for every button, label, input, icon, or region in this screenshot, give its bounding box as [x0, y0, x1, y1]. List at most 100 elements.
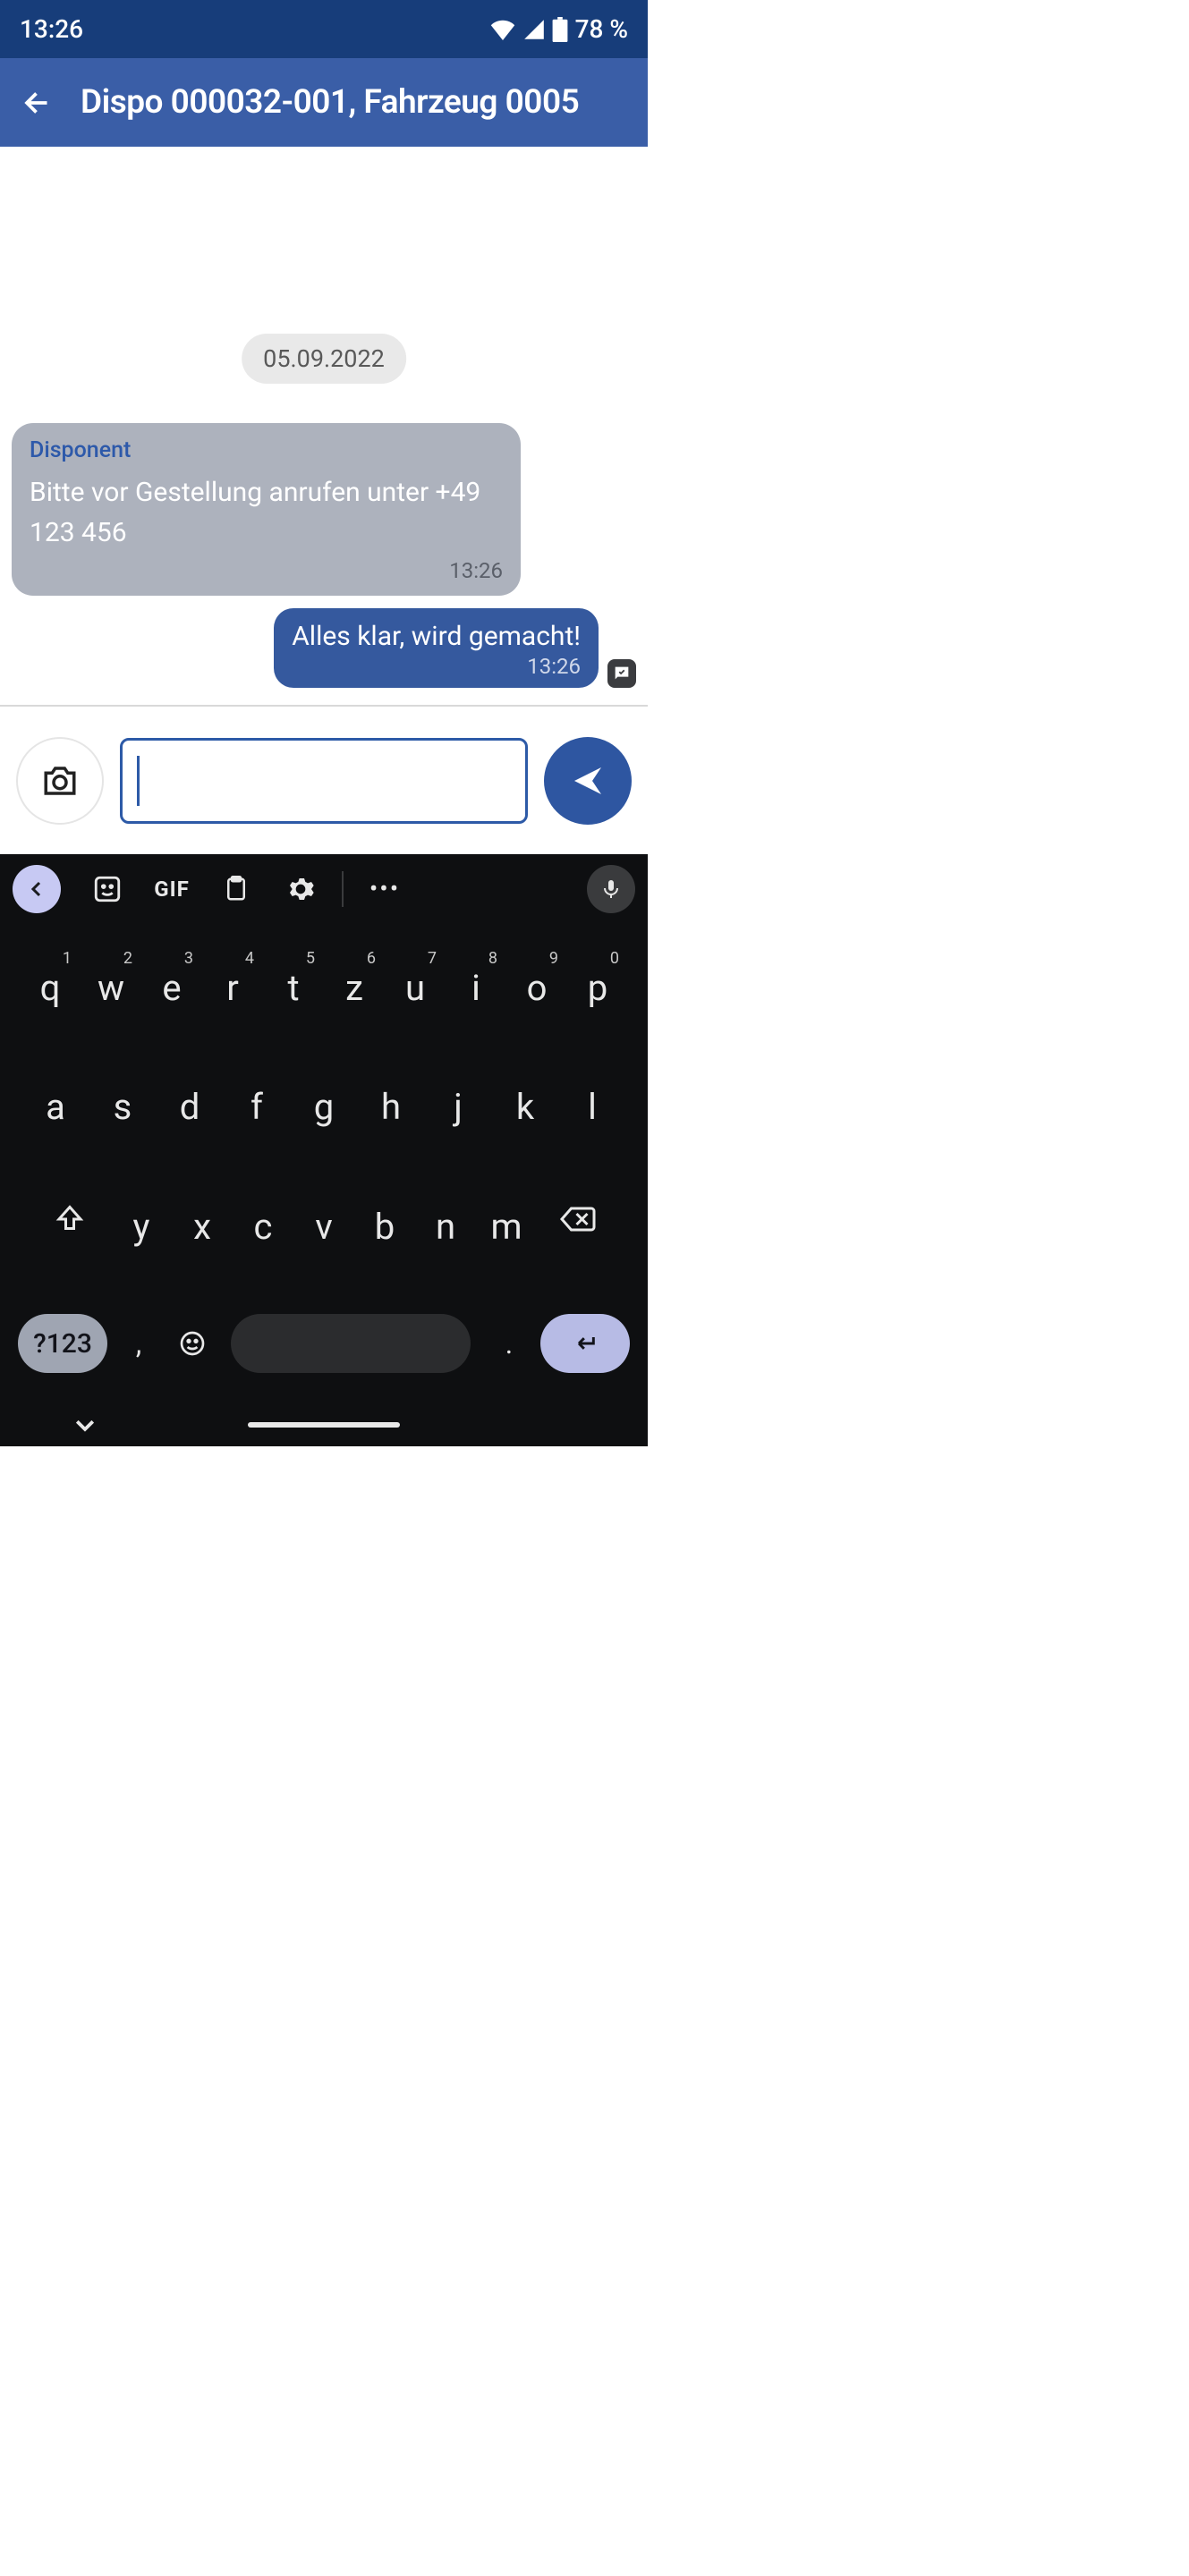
key-superscript: 2 [123, 949, 132, 968]
toolbar-collapse-button[interactable] [13, 865, 61, 913]
enter-key[interactable] [540, 1314, 630, 1373]
key-p[interactable]: p0 [567, 945, 628, 1031]
send-icon [570, 763, 606, 799]
soft-keyboard: GIF ••• q1w2e3r4t5z6u7i8o9p0 asdfghjkl y… [0, 854, 648, 1403]
status-right: 78 % [489, 14, 628, 44]
composer-bar [0, 705, 648, 854]
arrow-left-icon [21, 87, 54, 119]
page-title: Dispo 000032-001, Fahrzeug 0005 [81, 83, 579, 122]
key-row-2: asdfghjkl [5, 1064, 642, 1150]
emoji-icon [178, 1329, 207, 1358]
key-c[interactable]: c [233, 1183, 293, 1269]
chevron-left-icon [26, 878, 47, 900]
key-superscript: 7 [428, 949, 437, 968]
key-j[interactable]: j [425, 1064, 492, 1150]
key-superscript: 0 [610, 949, 619, 968]
backspace-icon [558, 1203, 598, 1235]
key-superscript: 9 [549, 949, 558, 968]
text-cursor [137, 756, 140, 806]
key-o[interactable]: o9 [506, 945, 567, 1031]
key-v[interactable]: v [293, 1183, 354, 1269]
key-s[interactable]: s [89, 1064, 157, 1150]
system-nav-bar [0, 1403, 648, 1446]
sticker-button[interactable] [75, 865, 140, 913]
key-h[interactable]: h [358, 1064, 425, 1150]
key-superscript: 4 [245, 949, 254, 968]
wifi-icon [489, 19, 516, 40]
period-key[interactable]: . [487, 1326, 531, 1360]
gear-icon [286, 875, 315, 903]
key-b[interactable]: b [354, 1183, 415, 1269]
key-superscript: 8 [488, 949, 497, 968]
message-incoming[interactable]: Disponent Bitte vor Gestellung anrufen u… [12, 423, 521, 596]
status-time: 13:26 [20, 14, 83, 44]
message-input[interactable] [120, 738, 528, 824]
send-button[interactable] [544, 737, 632, 825]
back-button[interactable] [16, 81, 59, 124]
signal-icon [523, 19, 545, 40]
key-superscript: 1 [63, 949, 72, 968]
key-q[interactable]: q1 [20, 945, 81, 1031]
battery-icon [552, 17, 568, 42]
key-l[interactable]: l [559, 1064, 626, 1150]
mic-icon [600, 877, 622, 902]
key-y[interactable]: y [111, 1183, 172, 1269]
date-separator: 05.09.2022 [242, 334, 406, 384]
clipboard-icon [223, 874, 250, 904]
key-f[interactable]: f [224, 1064, 291, 1150]
camera-icon [41, 762, 79, 800]
key-n[interactable]: n [415, 1183, 476, 1269]
key-superscript: 5 [306, 949, 315, 968]
key-superscript: 3 [184, 949, 193, 968]
symbols-key[interactable]: ?123 [18, 1314, 107, 1373]
key-row-1: q1w2e3r4t5z6u7i8o9p0 [5, 945, 642, 1031]
message-outgoing[interactable]: Alles klar, wird gemacht! 13:26 [274, 608, 599, 688]
space-key[interactable] [231, 1314, 471, 1373]
shift-key[interactable] [34, 1183, 106, 1255]
chevron-down-icon [72, 1411, 98, 1438]
key-x[interactable]: x [172, 1183, 233, 1269]
key-r[interactable]: r4 [202, 945, 263, 1031]
backspace-key[interactable] [542, 1183, 614, 1255]
key-superscript: 6 [367, 949, 376, 968]
key-a[interactable]: a [22, 1064, 89, 1150]
key-i[interactable]: i8 [446, 945, 506, 1031]
mic-button[interactable] [587, 865, 635, 913]
message-text: Bitte vor Gestellung anrufen unter +49 1… [30, 472, 503, 553]
camera-button[interactable] [16, 737, 104, 825]
chat-area[interactable]: 05.09.2022 Disponent Bitte vor Gestellun… [0, 147, 648, 705]
shift-icon [54, 1203, 86, 1235]
key-w[interactable]: w2 [81, 945, 141, 1031]
key-z[interactable]: z6 [324, 945, 385, 1031]
read-receipt-icon [607, 659, 636, 688]
app-bar: Dispo 000032-001, Fahrzeug 0005 [0, 58, 648, 147]
status-bar: 13:26 78 % [0, 0, 648, 58]
message-sender: Disponent [30, 437, 503, 463]
gif-button[interactable]: GIF [140, 865, 204, 913]
keyboard-toolbar: GIF ••• [0, 854, 648, 923]
keyboard-hide-button[interactable] [72, 1411, 98, 1438]
emoji-key[interactable] [170, 1329, 215, 1358]
key-d[interactable]: d [157, 1064, 224, 1150]
message-text: Alles klar, wird gemacht! [292, 621, 581, 652]
battery-percent: 78 % [575, 14, 628, 44]
enter-icon [569, 1331, 601, 1356]
gesture-handle[interactable] [248, 1422, 400, 1428]
message-time: 13:26 [292, 654, 581, 679]
toolbar-separator [342, 871, 344, 907]
clipboard-button[interactable] [204, 865, 268, 913]
keyboard-rows: q1w2e3r4t5z6u7i8o9p0 asdfghjkl yxcvbnm ?… [0, 923, 648, 1403]
key-e[interactable]: e3 [141, 945, 202, 1031]
more-button[interactable]: ••• [352, 865, 417, 913]
settings-button[interactable] [268, 865, 333, 913]
comma-key[interactable]: , [116, 1326, 161, 1360]
key-u[interactable]: u7 [385, 945, 446, 1031]
key-g[interactable]: g [291, 1064, 358, 1150]
key-k[interactable]: k [492, 1064, 559, 1150]
message-time: 13:26 [30, 558, 503, 583]
sticker-icon [92, 874, 123, 904]
key-t[interactable]: t5 [263, 945, 324, 1031]
key-m[interactable]: m [476, 1183, 537, 1269]
key-row-bottom: ?123 , . [5, 1302, 642, 1385]
message-outgoing-wrap: Alles klar, wird gemacht! 13:26 [274, 608, 636, 688]
